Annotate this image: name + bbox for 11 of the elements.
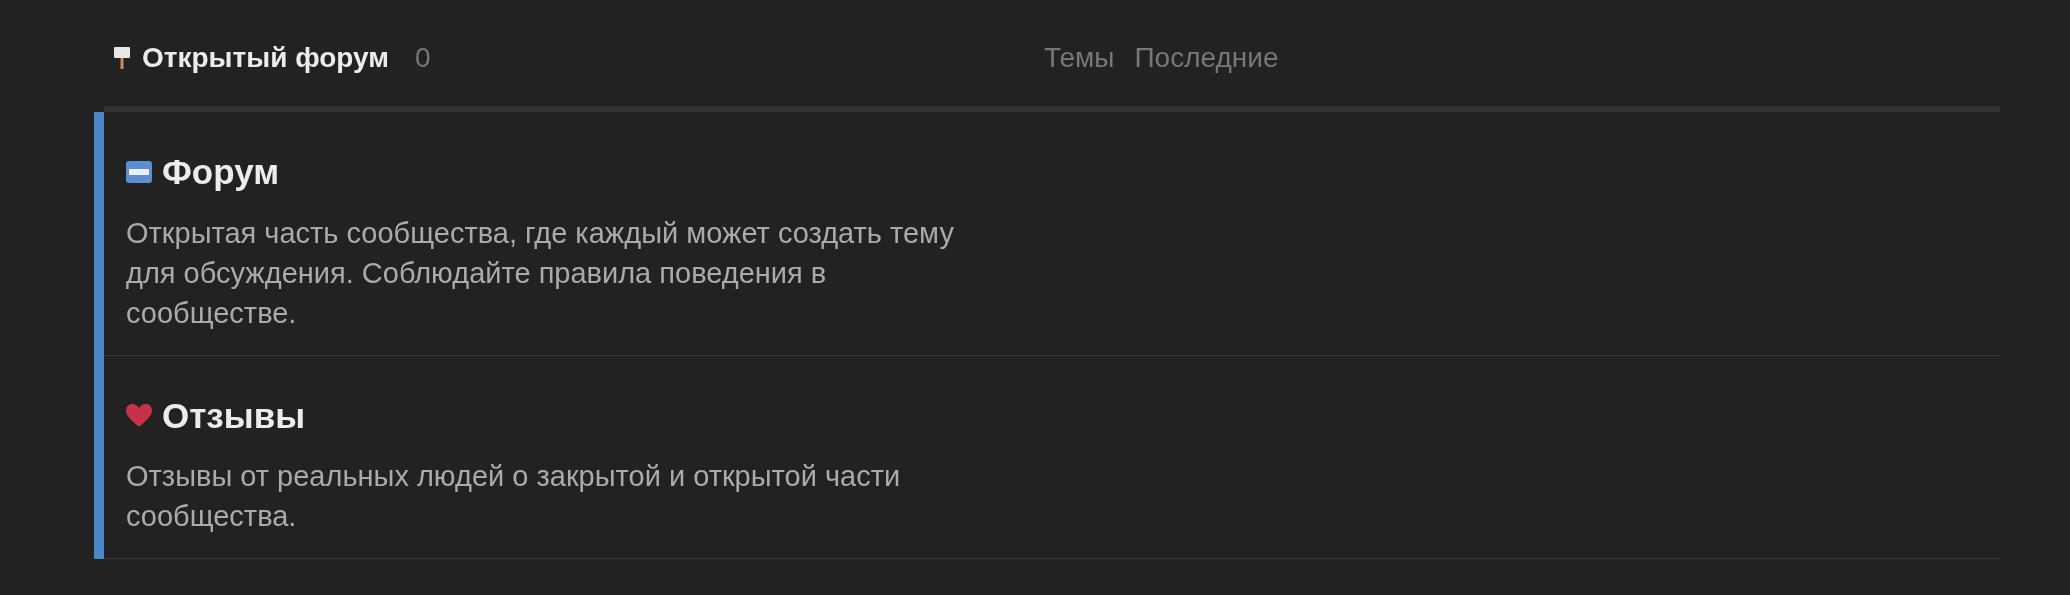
signpost-icon [114,47,130,69]
tab[interactable]: Темы [1044,37,1115,79]
free-badge-icon [126,159,152,186]
heart-icon [126,403,152,428]
category-description: Открытая часть сообщества, где каждый может создать тему для обсуждения. Соблюдайте правила поведения в сообществе. [126,215,955,331]
section-title: Открытый форум [142,41,390,75]
category-title[interactable]: Форум [162,146,280,199]
category-title[interactable]: Отзывы [162,389,306,442]
category-description: Отзывы от реальных людей о закрытой и открытой части сообщества. [126,459,902,534]
topic-count: 0 [415,41,431,75]
tab[interactable]: Последние [1134,37,1279,79]
